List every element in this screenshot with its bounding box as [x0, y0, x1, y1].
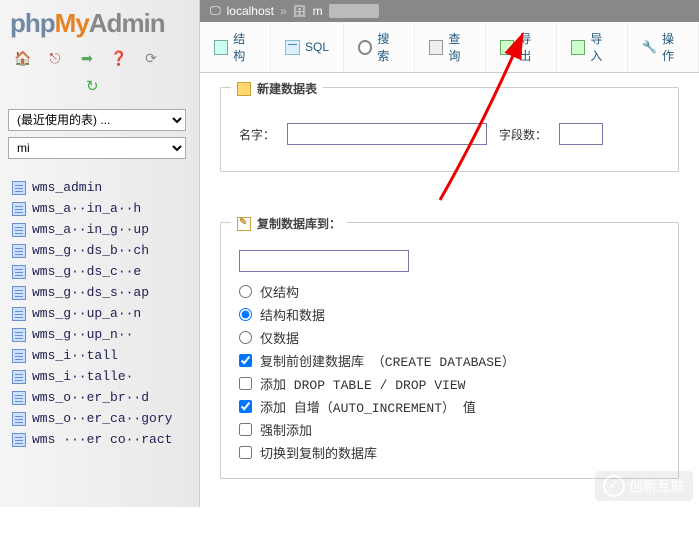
query-icon [429, 40, 443, 55]
create-table-panel: 新建数据表 名字： 字段数： [220, 87, 679, 172]
copy-icon [237, 217, 251, 231]
opt-struct-data[interactable]: 结构和数据 [239, 303, 660, 326]
check-autoinc[interactable] [239, 400, 252, 413]
nav-icons-row: 🏠 ⎋ ➡ ❓ ⟳ [0, 43, 199, 73]
db-selectors: (最近使用的表) ... mi [0, 105, 199, 169]
database-select[interactable]: mi [8, 137, 186, 159]
table-name-input[interactable] [287, 123, 487, 145]
table-row[interactable]: wms_g··ds_b··ch [4, 240, 195, 261]
table-row[interactable]: wms_a··in_a··h [4, 198, 195, 219]
opt-struct-only[interactable]: 仅结构 [239, 280, 660, 303]
table-row[interactable]: wms_o··er_ca··gory [4, 408, 195, 429]
radio-struct-data[interactable] [239, 308, 252, 321]
structure-icon [214, 40, 228, 55]
copy-db-body: 仅结构 结构和数据 仅数据 复制前创建数据库 （CREATE DATABASE）… [221, 244, 678, 478]
breadcrumb-smudge: ____ [329, 4, 380, 18]
copy-db-panel: 复制数据库到： 仅结构 结构和数据 仅数据 复制前创建数据库 （CREATE D… [220, 222, 679, 479]
radio-struct-only[interactable] [239, 285, 252, 298]
breadcrumb-db[interactable]: m [313, 4, 323, 18]
check-force[interactable] [239, 423, 252, 436]
table-row[interactable]: wms_admin [4, 177, 195, 198]
table-icon [12, 370, 26, 384]
name-label: 名字： [239, 126, 275, 143]
opt-data-only[interactable]: 仅数据 [239, 326, 660, 349]
home-icon[interactable]: 🏠 [14, 49, 32, 67]
logo-my: My [55, 8, 89, 38]
create-table-form: 名字： 字段数： [221, 109, 678, 171]
watermark: 创新互联 [595, 471, 693, 501]
wrench-icon: 🔧 [642, 40, 657, 54]
tab-import[interactable]: 导入 [557, 22, 628, 72]
sql-icon [285, 40, 300, 55]
table-icon [12, 202, 26, 216]
sidebar: phpMyAdmin 🏠 ⎋ ➡ ❓ ⟳ ↻ (最近使用的表) ... mi w… [0, 0, 200, 507]
opt-drop[interactable]: 添加 DROP TABLE / DROP VIEW [239, 372, 660, 395]
logo-admin: Admin [89, 8, 165, 38]
table-row[interactable]: wms ···er co··ract [4, 429, 195, 450]
create-table-legend: 新建数据表 [231, 78, 323, 99]
check-create-db[interactable] [239, 354, 252, 367]
tab-operations[interactable]: 🔧操作 [628, 22, 699, 72]
table-row[interactable]: wms_i··talle· [4, 366, 195, 387]
watermark-icon [603, 475, 625, 497]
copy-target-input[interactable] [239, 250, 409, 272]
refresh-row: ↻ [0, 73, 199, 105]
refresh-icon[interactable]: ↻ [86, 78, 99, 95]
server-icon: 🖵 [210, 5, 221, 18]
table-list: wms_admin wms_a··in_a··h wms_a··in_g··up… [0, 169, 199, 458]
table-row[interactable]: wms_g··ds_s··ap [4, 282, 195, 303]
check-switch[interactable] [239, 446, 252, 459]
export-icon [500, 40, 514, 55]
reload-icon[interactable]: ⟳ [142, 49, 160, 67]
import-icon [571, 40, 585, 55]
logo-php: php [10, 8, 55, 38]
breadcrumb-host[interactable]: localhost [227, 4, 274, 18]
opt-autoinc[interactable]: 添加 自增（AUTO_INCREMENT） 值 [239, 395, 660, 418]
table-icon [12, 223, 26, 237]
table-icon [12, 412, 26, 426]
sql-icon[interactable]: ➡ [78, 49, 96, 67]
table-row[interactable]: wms_o··er_br··d [4, 387, 195, 408]
tabs-bar: 结构 SQL 搜索 查询 导出 导入 🔧操作 [200, 22, 699, 73]
db-icon: 🗄 [293, 5, 307, 18]
logo: phpMyAdmin [0, 0, 199, 43]
tab-export[interactable]: 导出 [486, 22, 557, 72]
breadcrumb-sep: » [280, 4, 287, 18]
table-row[interactable]: wms_i··tall [4, 345, 195, 366]
table-icon [12, 286, 26, 300]
table-row[interactable]: wms_g··up_n·· [4, 324, 195, 345]
table-row[interactable]: wms_g··up_a··n [4, 303, 195, 324]
opt-create-db[interactable]: 复制前创建数据库 （CREATE DATABASE） [239, 349, 660, 372]
new-table-icon [237, 82, 251, 96]
fields-label: 字段数： [499, 126, 547, 143]
tab-sql[interactable]: SQL [271, 22, 344, 72]
table-icon [12, 433, 26, 447]
tab-query[interactable]: 查询 [415, 22, 486, 72]
main: 🖵 localhost » 🗄 m ____ 结构 SQL 搜索 查询 导出 导… [200, 0, 699, 507]
recent-tables-select[interactable]: (最近使用的表) ... [8, 109, 186, 131]
table-icon [12, 328, 26, 342]
table-icon [12, 181, 26, 195]
tab-search[interactable]: 搜索 [344, 22, 415, 72]
table-icon [12, 307, 26, 321]
table-icon [12, 265, 26, 279]
search-icon [358, 40, 372, 55]
copy-db-legend: 复制数据库到： [231, 213, 347, 234]
check-drop[interactable] [239, 377, 252, 390]
table-icon [12, 244, 26, 258]
opt-force[interactable]: 强制添加 [239, 418, 660, 441]
breadcrumb: 🖵 localhost » 🗄 m ____ [200, 0, 699, 22]
opt-switch[interactable]: 切换到复制的数据库 [239, 441, 660, 464]
tab-structure[interactable]: 结构 [200, 22, 271, 72]
exit-icon[interactable]: ⎋ [46, 49, 64, 67]
field-count-input[interactable] [559, 123, 603, 145]
table-row[interactable]: wms_a··in_g··up [4, 219, 195, 240]
radio-data-only[interactable] [239, 331, 252, 344]
table-icon [12, 349, 26, 363]
table-row[interactable]: wms_g··ds_c··e [4, 261, 195, 282]
table-icon [12, 391, 26, 405]
help-icon[interactable]: ❓ [110, 49, 128, 67]
